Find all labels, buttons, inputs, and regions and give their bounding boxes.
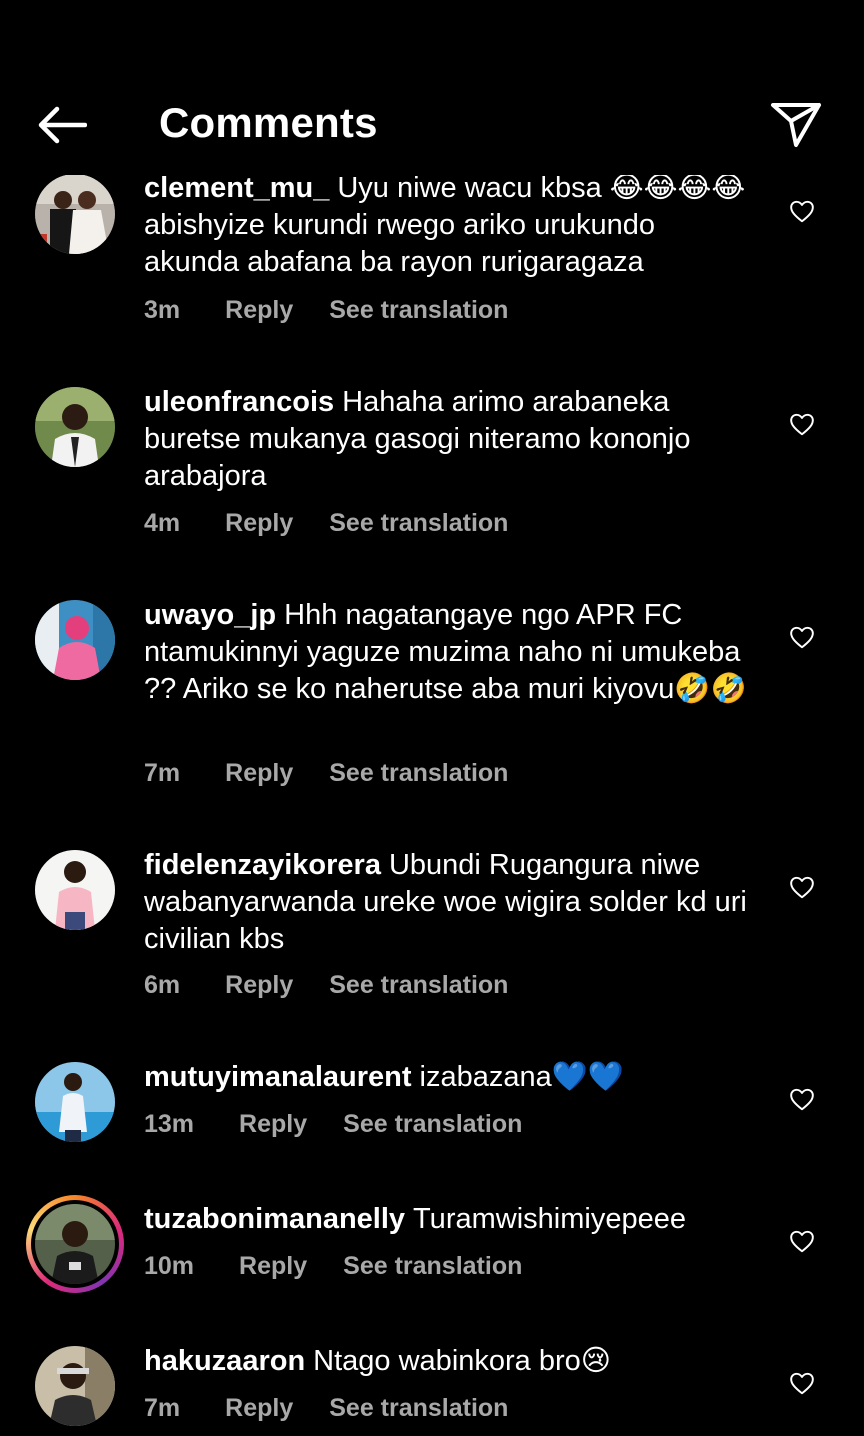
comment-username[interactable]: clement_mu_ [144,172,329,204]
comment-text: tuzabonimananelly Turamwishimiyepeee [144,1201,754,1238]
comment-body: izabazana💙💙 [419,1061,624,1093]
share-button[interactable] [768,96,824,152]
reply-button[interactable]: Reply [225,971,293,1000]
arrow-left-icon [38,106,87,144]
comment-list: clement_mu_ Uyu niwe wacu kbsa 😂😂😂😂 abish… [0,0,864,1436]
avatar[interactable] [35,1062,115,1142]
comment-username[interactable]: tuzabonimananelly [144,1203,405,1235]
page-title: Comments [159,99,378,146]
comment-time: 7m [144,1393,181,1422]
heart-outline-icon[interactable] [786,1084,818,1114]
avatar[interactable] [35,1346,115,1426]
see-translation-button[interactable]: See translation [343,1252,522,1281]
heart-outline-icon[interactable] [786,1226,818,1256]
comment-meta: 6m Reply See translation [144,967,508,1003]
reply-button[interactable]: Reply [239,1110,307,1139]
see-translation-button[interactable]: See translation [329,1394,508,1423]
comments-screen: clement_mu_ Uyu niwe wacu kbsa 😂😂😂😂 abish… [0,0,864,1436]
comment-meta: 10m Reply See translation [144,1248,522,1284]
comment-time: 7m [144,758,181,787]
comment-time: 10m [144,1251,195,1280]
comment-meta: 7m Reply See translation [144,755,508,791]
heart-outline-icon[interactable] [786,409,818,439]
comment-text: clement_mu_ Uyu niwe wacu kbsa 😂😂😂😂 abish… [144,170,754,281]
comment-meta: 7m Reply See translation [144,1390,508,1426]
comment-text: mutuyimanalaurent izabazana💙💙 [144,1059,754,1096]
heart-outline-icon[interactable] [786,1368,818,1398]
comment-text: hakuzaaron Ntago wabinkora bro😢 [144,1343,754,1380]
comment-meta: 3m Reply See translation [144,292,508,328]
see-translation-button[interactable]: See translation [343,1110,522,1139]
avatar[interactable] [35,387,115,467]
see-translation-button[interactable]: See translation [329,971,508,1000]
back-button[interactable] [30,98,92,152]
heart-outline-icon[interactable] [786,622,818,652]
comment-body: Turamwishimiyepeee [413,1203,686,1235]
comment-time: 6m [144,970,181,999]
comment-username[interactable]: mutuyimanalaurent [144,1061,412,1093]
comment-username[interactable]: uwayo_jp [144,599,276,631]
paper-plane-icon [771,103,821,147]
reply-button[interactable]: Reply [225,509,293,538]
reply-button[interactable]: Reply [225,296,293,325]
see-translation-button[interactable]: See translation [329,509,508,538]
heart-outline-icon[interactable] [786,196,818,226]
comment-meta: 4m Reply See translation [144,505,508,541]
see-translation-button[interactable]: See translation [329,296,508,325]
avatar[interactable] [35,600,115,680]
comment-text: fidelenzayikorera Ubundi Rugangura niwe w… [144,847,754,958]
reply-button[interactable]: Reply [225,1394,293,1423]
comment-text: uwayo_jp Hhh nagatangaye ngo APR FC ntamu… [144,597,754,708]
comment-body: Ntago wabinkora bro😢 [313,1345,612,1377]
comment-time: 4m [144,508,181,537]
comment-meta: 13m Reply See translation [144,1106,522,1142]
see-translation-button[interactable]: See translation [329,759,508,788]
reply-button[interactable]: Reply [239,1252,307,1281]
comment-username[interactable]: hakuzaaron [144,1345,305,1377]
avatar[interactable] [35,174,115,254]
top-bar: Comments [0,0,864,175]
comment-text: uleonfrancois Hahaha arimo arabaneka bure… [144,384,754,495]
reply-button[interactable]: Reply [225,759,293,788]
avatar[interactable] [35,850,115,930]
comment-username[interactable]: uleonfrancois [144,386,334,418]
avatar-story-ring[interactable] [26,1195,124,1293]
comment-time: 13m [144,1109,195,1138]
comment-username[interactable]: fidelenzayikorera [144,849,381,881]
heart-outline-icon[interactable] [786,872,818,902]
comment-time: 3m [144,295,181,324]
